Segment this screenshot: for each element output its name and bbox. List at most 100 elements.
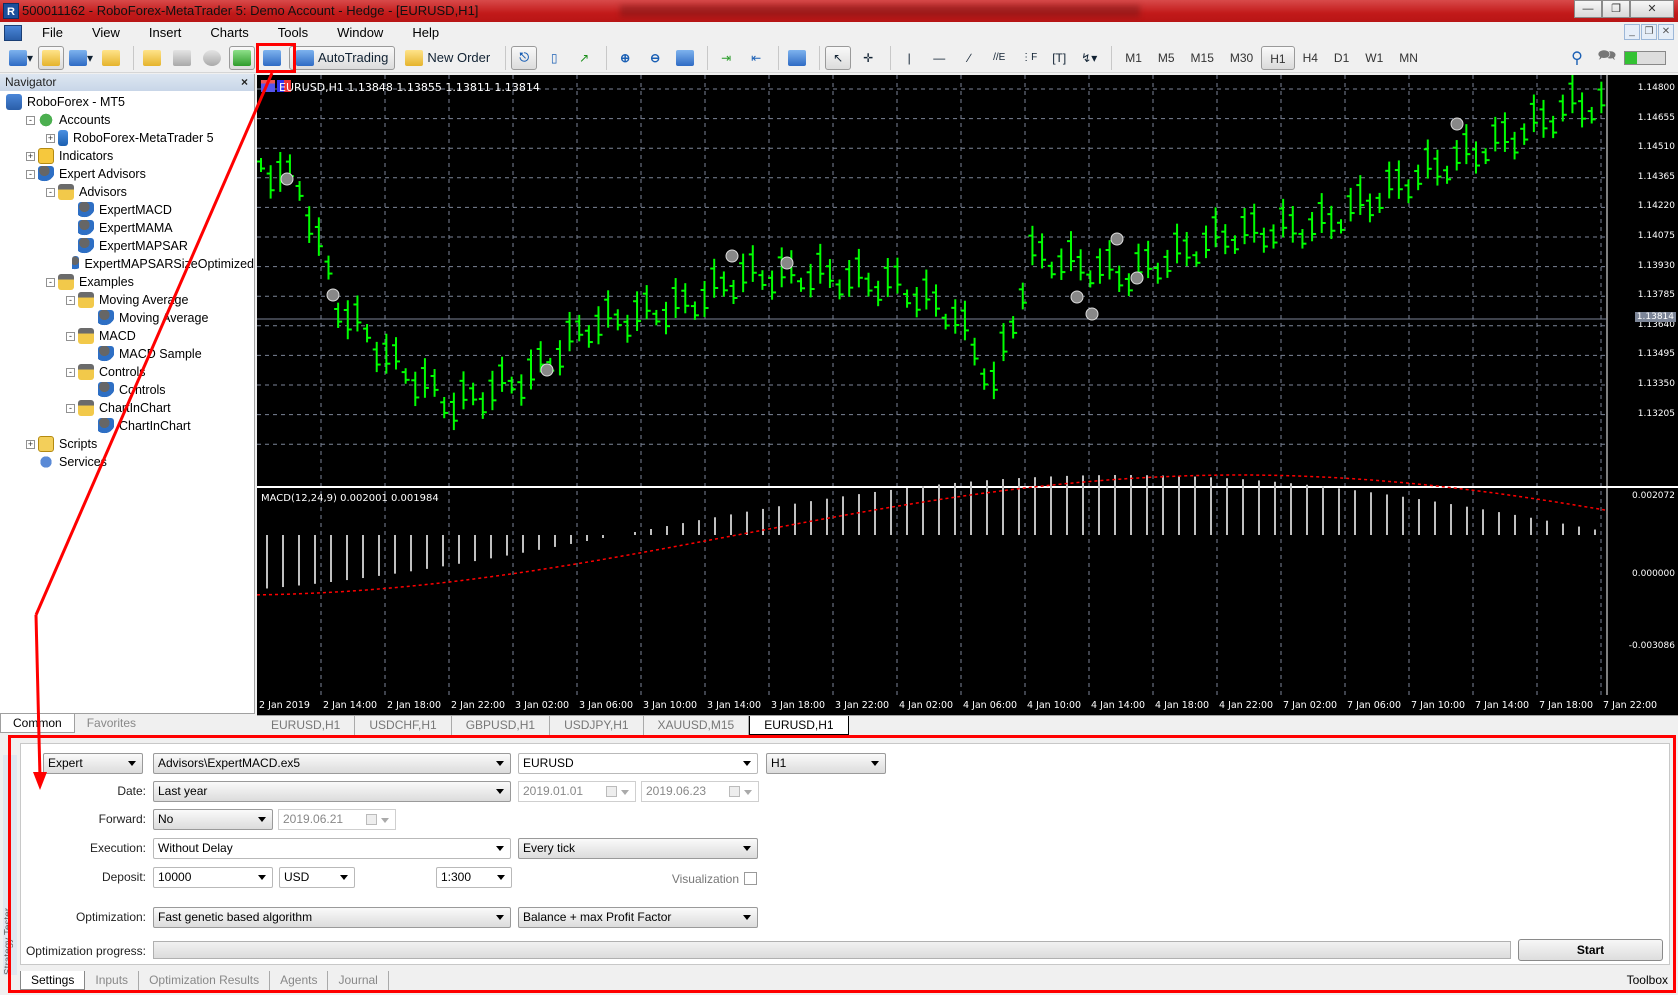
navigator-item[interactable]: ExpertMAMA bbox=[0, 219, 254, 237]
menu-tools[interactable]: Tools bbox=[266, 25, 325, 40]
bar-chart-button[interactable]: ⎋ bbox=[511, 45, 538, 70]
equidistant-channel-button[interactable]: //E bbox=[986, 46, 1012, 70]
timeframe-m30[interactable]: M30 bbox=[1222, 46, 1261, 70]
timeframe-m5[interactable]: M5 bbox=[1150, 46, 1183, 70]
expand-icon[interactable]: + bbox=[46, 133, 55, 143]
collapse-icon[interactable]: - bbox=[66, 403, 75, 413]
horizontal-line-button[interactable]: — bbox=[926, 46, 952, 70]
timeframe-m15[interactable]: M15 bbox=[1183, 46, 1222, 70]
chart-tabs: EURUSD,H1 USDCHF,H1 GBPUSD,H1 USDJPY,H1 … bbox=[257, 715, 1678, 735]
line-chart-button[interactable]: ↗ bbox=[571, 46, 597, 70]
menu-insert[interactable]: Insert bbox=[137, 25, 199, 40]
navigator-item[interactable]: ChartInChart bbox=[0, 417, 254, 435]
chart-tab[interactable]: USDJPY,H1 bbox=[550, 716, 644, 735]
save-template-button[interactable] bbox=[784, 46, 810, 70]
child-close-button[interactable]: ✕ bbox=[1658, 24, 1674, 40]
vps-button[interactable] bbox=[169, 46, 195, 70]
navigator-close-icon[interactable]: × bbox=[241, 75, 248, 89]
strategy-tester-button[interactable] bbox=[229, 45, 255, 70]
profiles-button[interactable] bbox=[38, 45, 64, 70]
timeframe-h1[interactable]: H1 bbox=[1261, 45, 1295, 70]
navigator-item[interactable]: - ChartInChart bbox=[0, 399, 254, 417]
expand-icon[interactable]: + bbox=[26, 151, 35, 161]
crosshair-button[interactable]: ✛ bbox=[855, 46, 881, 70]
close-button[interactable]: ✕ bbox=[1630, 0, 1674, 18]
timeframe-h4[interactable]: H4 bbox=[1295, 46, 1326, 70]
navigator-item[interactable]: ExpertMAPSAR bbox=[0, 237, 254, 255]
navigator-item-label: ChartInChart bbox=[99, 401, 171, 415]
navigator-item[interactable]: ExpertMACD bbox=[0, 201, 254, 219]
minimize-button[interactable]: — bbox=[1574, 0, 1602, 18]
navigator-item[interactable]: - Advisors bbox=[0, 183, 254, 201]
navigator-item[interactable]: - Controls bbox=[0, 363, 254, 381]
templates-button[interactable]: ▾ bbox=[68, 46, 94, 70]
menu-charts[interactable]: Charts bbox=[198, 25, 265, 40]
navigator-tab-common[interactable]: Common bbox=[0, 714, 75, 733]
navigator-item[interactable]: Controls bbox=[0, 381, 254, 399]
collapse-icon[interactable]: - bbox=[66, 331, 75, 341]
navigator-item[interactable]: - Examples bbox=[0, 273, 254, 291]
chart-window-icon[interactable] bbox=[4, 24, 22, 41]
fibonacci-button[interactable]: ⋮F bbox=[1016, 46, 1042, 70]
chart-canvas[interactable] bbox=[257, 75, 1678, 715]
menu-help[interactable]: Help bbox=[400, 25, 456, 40]
signals-button[interactable] bbox=[199, 46, 225, 70]
navigator-item[interactable]: - Moving Average bbox=[0, 291, 254, 309]
arrows-button[interactable]: ↯▾ bbox=[1076, 46, 1102, 70]
navigator-item[interactable]: + Indicators bbox=[0, 147, 254, 165]
collapse-icon[interactable]: - bbox=[46, 187, 55, 197]
navigator-item[interactable]: MACD Sample bbox=[0, 345, 254, 363]
market-button[interactable] bbox=[98, 46, 124, 70]
text-button[interactable]: [T] bbox=[1046, 46, 1072, 70]
tile-windows-button[interactable] bbox=[672, 46, 698, 70]
menu-window[interactable]: Window bbox=[325, 25, 400, 40]
chart-tab[interactable]: USDCHF,H1 bbox=[355, 716, 452, 735]
child-minimize-button[interactable]: _ bbox=[1624, 24, 1640, 40]
navigator-item[interactable]: - Accounts bbox=[0, 111, 254, 129]
navigator-tab-favorites[interactable]: Favorites bbox=[75, 714, 148, 733]
autoscroll-button[interactable]: ⇥ bbox=[713, 46, 739, 70]
navigator-item[interactable]: Moving Average bbox=[0, 309, 254, 327]
candlestick-button[interactable]: ▯ bbox=[541, 46, 567, 70]
chart-tab[interactable]: GBPUSD,H1 bbox=[452, 716, 551, 735]
navigator-item[interactable]: ExpertMAPSARSizeOptimized bbox=[0, 255, 254, 273]
menu-file[interactable]: File bbox=[30, 25, 80, 40]
timeframe-mn[interactable]: MN bbox=[1391, 46, 1426, 70]
chart-tab[interactable]: EURUSD,H1 bbox=[257, 716, 356, 735]
navigator-item[interactable]: RoboForex - MT5 bbox=[0, 93, 254, 111]
collapse-icon[interactable]: - bbox=[66, 295, 75, 305]
child-restore-button[interactable]: ❐ bbox=[1641, 24, 1657, 40]
timeframe-d1[interactable]: D1 bbox=[1326, 46, 1357, 70]
chart-shift-button[interactable]: ⇤ bbox=[743, 46, 769, 70]
navigator-item[interactable]: Services bbox=[0, 453, 254, 471]
chart-tab-active[interactable]: EURUSD,H1 bbox=[749, 716, 849, 735]
trendline-button[interactable]: ∕ bbox=[956, 46, 982, 70]
navigator-item[interactable]: + Scripts bbox=[0, 435, 254, 453]
navigator-item[interactable]: - MACD bbox=[0, 327, 254, 345]
restore-button[interactable]: ❐ bbox=[1602, 0, 1630, 18]
cursor-button[interactable]: ↖ bbox=[825, 45, 852, 70]
metaeditor-button[interactable] bbox=[139, 46, 165, 70]
menu-view[interactable]: View bbox=[80, 25, 137, 40]
chart-tab[interactable]: XAUUSD,M15 bbox=[644, 716, 750, 735]
collapse-icon[interactable]: - bbox=[66, 367, 75, 377]
zoom-out-button[interactable]: ⊖ bbox=[642, 46, 668, 70]
collapse-icon[interactable]: - bbox=[26, 169, 35, 179]
expand-icon[interactable]: + bbox=[26, 439, 35, 449]
new-order-button[interactable]: New Order bbox=[399, 46, 496, 70]
navigator-item[interactable]: + RoboForex-MetaTrader 5 bbox=[0, 129, 254, 147]
timeframe-m1[interactable]: M1 bbox=[1117, 46, 1150, 70]
chart-window[interactable]: EURUSD,H1 1.13848 1.13855 1.13811 1.1381… bbox=[257, 75, 1678, 715]
vertical-line-icon: | bbox=[907, 50, 911, 65]
collapse-icon[interactable]: - bbox=[46, 277, 55, 287]
chat-button[interactable]: 🗪 bbox=[1594, 46, 1620, 70]
autotrading-button[interactable]: AutoTrading bbox=[289, 45, 396, 70]
zoom-in-button[interactable]: ⊕ bbox=[612, 46, 638, 70]
new-chart-button[interactable]: ▾ bbox=[8, 46, 34, 70]
collapse-icon[interactable]: - bbox=[26, 115, 35, 125]
trade-marker-icon bbox=[780, 256, 794, 270]
navigator-item[interactable]: - Expert Advisors bbox=[0, 165, 254, 183]
vertical-line-button[interactable]: | bbox=[896, 46, 922, 70]
timeframe-w1[interactable]: W1 bbox=[1357, 46, 1391, 70]
search-button[interactable]: ⚲ bbox=[1564, 46, 1590, 70]
